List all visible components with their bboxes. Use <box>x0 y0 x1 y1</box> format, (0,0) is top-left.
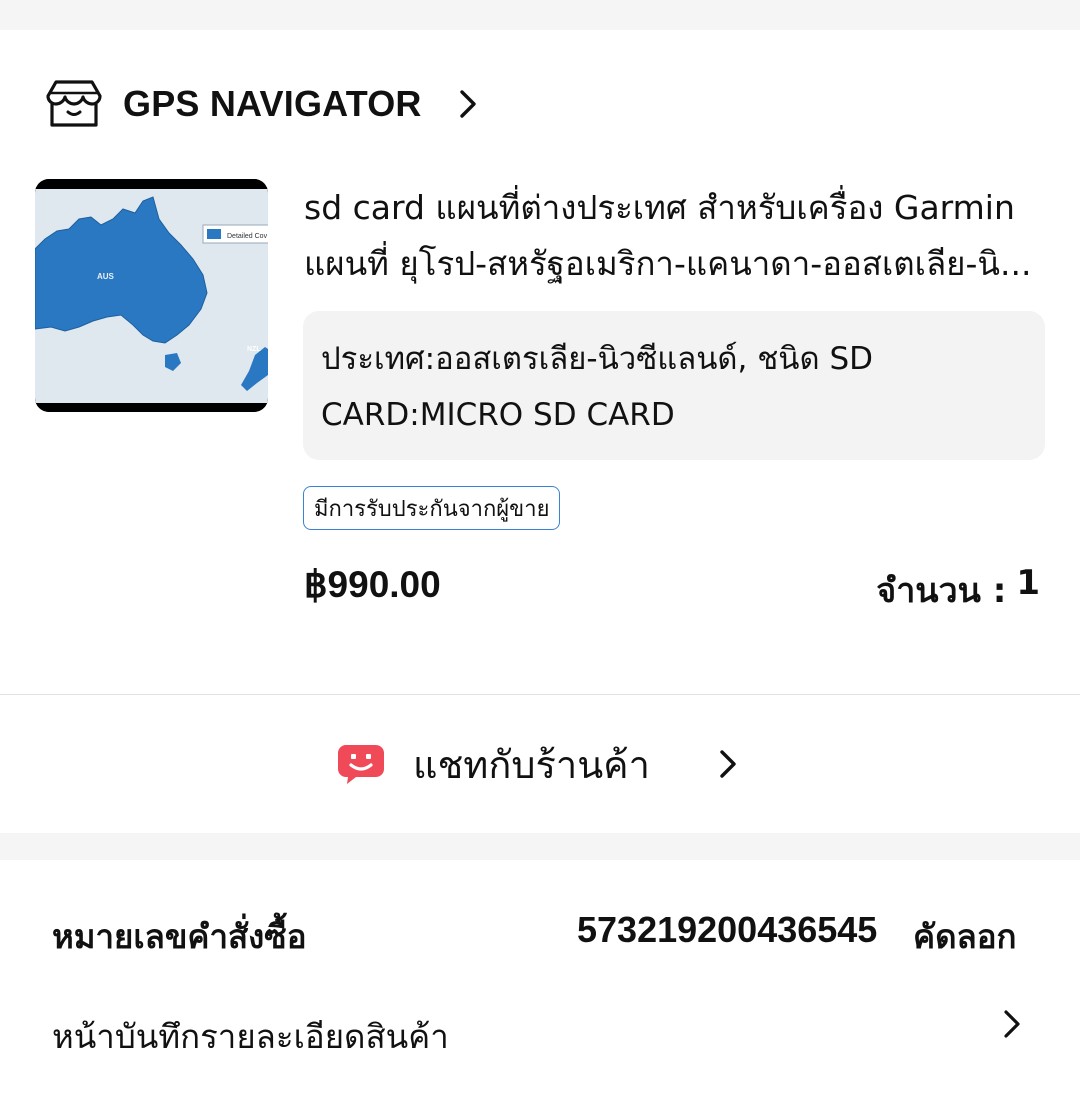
copy-order-number-button[interactable]: คัดลอก <box>913 910 1017 963</box>
store-icon <box>46 78 102 130</box>
chat-with-shop-label: แชทกับร้านค้า <box>413 742 650 787</box>
order-item-card: GPS NAVIGATOR Detailed Cov AUS NZL sd ca… <box>0 30 1080 694</box>
product-title[interactable]: sd card แผนที่ต่างประเทศ สำหรับเครื่อง G… <box>304 180 1044 292</box>
shop-header[interactable]: GPS NAVIGATOR <box>46 78 478 130</box>
order-info-card: หมายเลขคำสั่งซื้อ 573219200436545 คัดลอก… <box>0 860 1080 1109</box>
chat-with-shop-button[interactable]: แชทกับร้านค้า <box>338 739 738 789</box>
chevron-right-icon <box>458 89 478 119</box>
chevron-right-icon <box>718 748 738 780</box>
quantity: จำนวน : 1 <box>876 563 1040 617</box>
variant-line-2: CARD:MICRO SD CARD <box>321 397 675 433</box>
product-title-line-2: แผนที่ ยุโรป-สหรัฐอเมริกา-แคนาดา-ออสเตเล… <box>304 244 1032 283</box>
quantity-value: 1 <box>1016 563 1040 603</box>
top-spacer <box>0 0 1080 30</box>
product-price: ฿990.00 <box>304 564 441 605</box>
map-label-aus: AUS <box>97 272 115 281</box>
product-record-row[interactable]: หน้าบันทึกรายละเอียดสินค้า <box>0 1000 1080 1070</box>
map-legend-label: Detailed Cov <box>227 233 268 240</box>
order-number-value: 573219200436545 <box>577 909 878 950</box>
section-spacer <box>0 833 1080 860</box>
variant-line-1: ประเทศ:ออสเตรเลีย-นิวซีแลนด์, ชนิด SD <box>321 341 874 377</box>
product-record-label: หน้าบันทึกรายละเอียดสินค้า <box>52 1017 449 1056</box>
warranty-badge: มีการรับประกันจากผู้ขาย <box>303 486 561 530</box>
shop-name: GPS NAVIGATOR <box>123 83 422 124</box>
chevron-right-icon <box>1002 1008 1022 1040</box>
chat-with-shop-row: แชทกับร้านค้า <box>0 695 1080 833</box>
chat-bubble-smile-icon <box>338 743 384 785</box>
quantity-label: จำนวน : <box>876 571 1007 611</box>
variant-info-box: ประเทศ:ออสเตรเลีย-นิวซีแลนด์, ชนิด SD CA… <box>303 311 1045 460</box>
order-number-label: หมายเลขคำสั่งซื้อ <box>52 917 307 956</box>
map-label-nzl: NZL <box>247 346 261 353</box>
product-image[interactable]: Detailed Cov AUS NZL <box>35 179 268 412</box>
product-title-line-1: sd card แผนที่ต่างประเทศ สำหรับเครื่อง G… <box>304 188 1015 227</box>
